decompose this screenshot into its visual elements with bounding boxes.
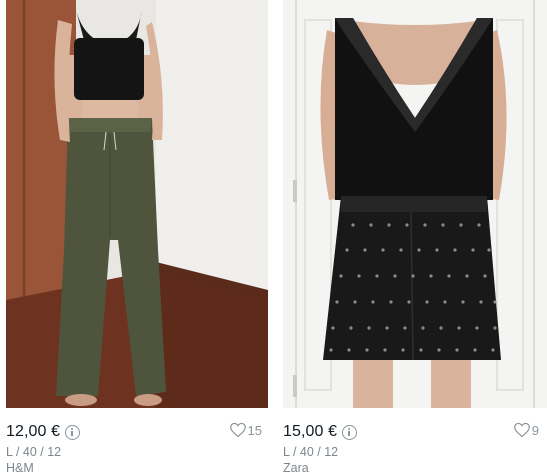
item-photo[interactable]: [6, 0, 268, 408]
item-details: 12,00 € 15 L / 40 / 12 H&M: [6, 408, 268, 476]
item-details: 15,00 € 9 L / 40 / 12 Zara: [283, 408, 547, 476]
item-grid: 12,00 € 15 L / 40 / 12 H&M 15,00 € 9 L /…: [0, 0, 547, 476]
price-row: 15,00 €: [283, 422, 547, 442]
heart-outline-icon: [513, 422, 530, 438]
info-icon[interactable]: [65, 424, 81, 440]
favorite-count: 15: [247, 422, 262, 438]
item-size: L / 40 / 12: [6, 445, 62, 459]
item-price: 12,00 €: [6, 423, 61, 440]
item-card[interactable]: 12,00 € 15 L / 40 / 12 H&M: [6, 0, 268, 476]
photo-studded-leather-skirt-lace-top: [283, 0, 547, 408]
photo-olive-trousers-black-crop-top: [6, 0, 268, 408]
favorite-button[interactable]: 15: [229, 422, 262, 438]
heart-outline-icon: [229, 422, 246, 438]
item-card[interactable]: 15,00 € 9 L / 40 / 12 Zara: [283, 0, 547, 476]
item-brand[interactable]: Zara: [283, 461, 547, 476]
favorite-count: 9: [531, 422, 539, 438]
favorite-button[interactable]: 9: [513, 422, 539, 438]
info-icon[interactable]: [342, 424, 358, 440]
item-photo[interactable]: [283, 0, 547, 408]
item-price: 15,00 €: [283, 423, 338, 440]
item-size: L / 40 / 12: [283, 445, 339, 459]
item-brand[interactable]: H&M: [6, 461, 268, 476]
